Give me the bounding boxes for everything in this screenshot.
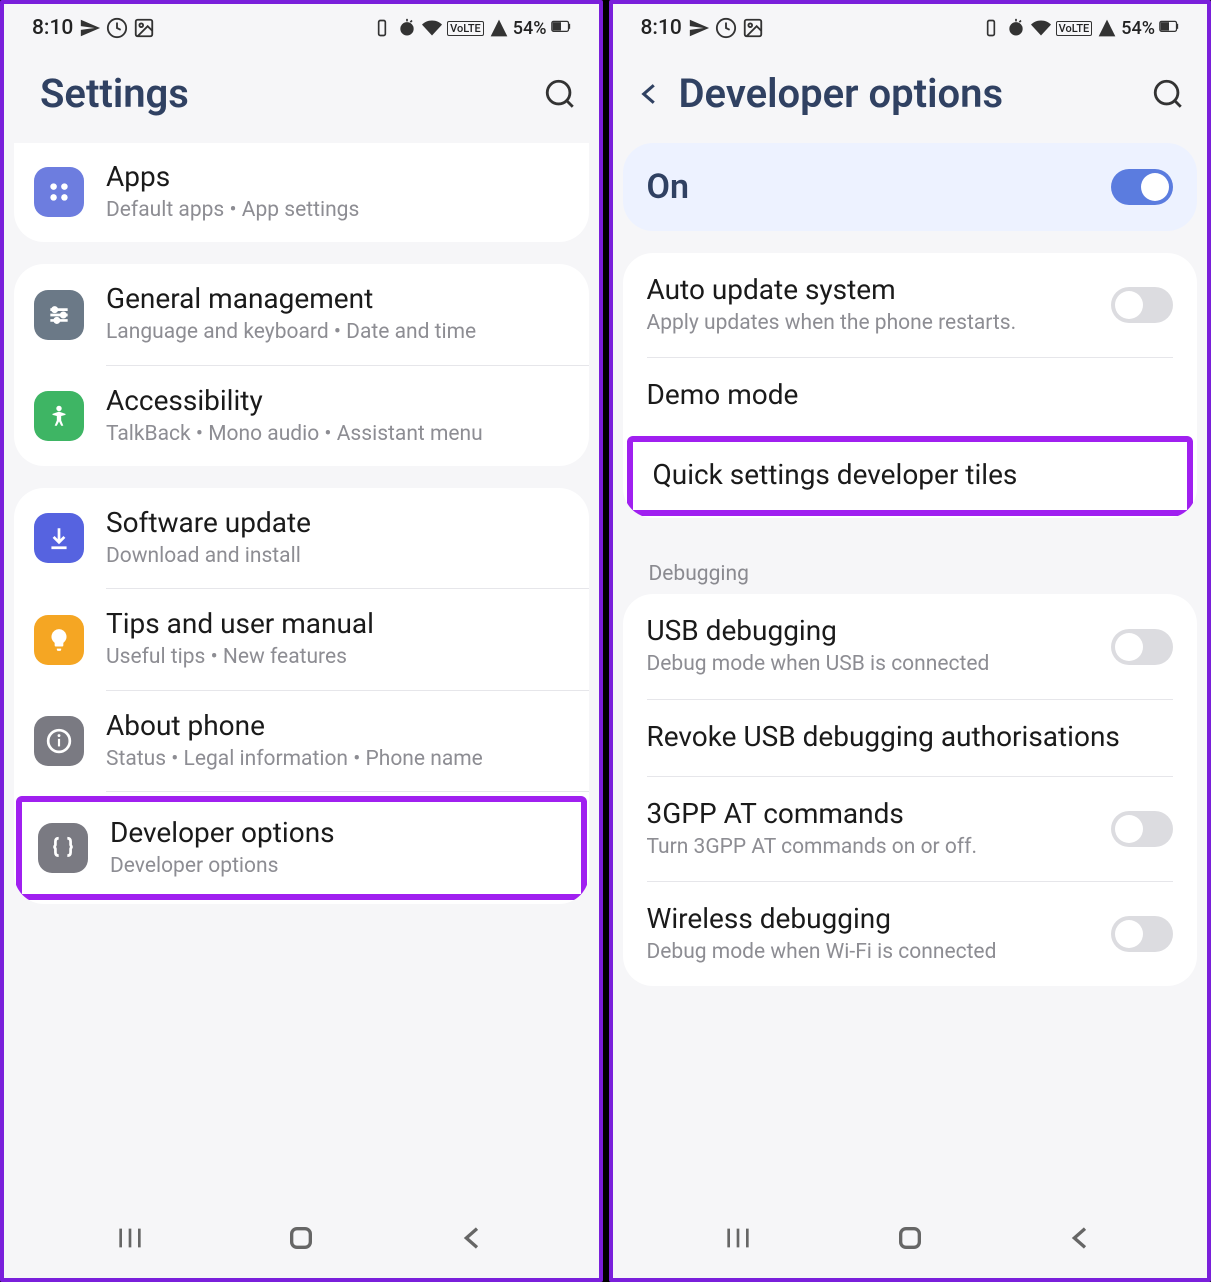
setting-sub: Turn 3GPP AT commands on or off. — [647, 833, 1090, 861]
setting-title: Developer options — [110, 816, 565, 849]
setting-auto-update[interactable]: Auto update system Apply updates when th… — [623, 253, 1198, 357]
nav-home-icon[interactable] — [285, 1222, 317, 1254]
setting-revoke-usb[interactable]: Revoke USB debugging authorisations — [623, 700, 1198, 776]
search-icon[interactable] — [543, 77, 577, 111]
page-title: Settings — [40, 70, 543, 117]
setting-tips[interactable]: Tips and user manual Useful tips • New f… — [14, 589, 589, 689]
battery-icon — [551, 18, 571, 38]
setting-title: USB debugging — [647, 614, 1090, 647]
setting-title: Wireless debugging — [647, 902, 1090, 935]
status-time: 8:10 — [32, 16, 73, 40]
setting-quick-tiles[interactable]: Quick settings developer tiles — [633, 442, 1188, 510]
phone-settings: 8:10 VoLTE 54% Settings — [0, 0, 603, 1282]
highlight-quick-tiles: Quick settings developer tiles — [627, 436, 1194, 516]
back-icon[interactable] — [635, 79, 665, 109]
highlight-developer-options: Developer options Developer options — [16, 796, 587, 900]
main-toggle-label: On — [647, 167, 1112, 207]
status-right-icons: VoLTE — [981, 18, 1118, 38]
setting-apps[interactable]: Apps Default apps • App settings — [14, 143, 589, 242]
settings-sliders-icon — [34, 290, 84, 340]
dev-main-toggle-row[interactable]: On — [623, 143, 1198, 231]
setting-software-update[interactable]: Software update Download and install — [14, 488, 589, 588]
setting-title: About phone — [106, 709, 569, 742]
phone-developer-options: 8:10 VoLTE 54% Developer options O — [609, 0, 1211, 1282]
download-icon — [34, 513, 84, 563]
settings-card-apps: Apps Default apps • App settings — [14, 143, 589, 242]
dev-card-debugging: USB debugging Debug mode when USB is con… — [623, 594, 1198, 986]
status-left-icons — [688, 17, 764, 39]
lightbulb-icon — [34, 615, 84, 665]
setting-sub: Download and install — [106, 542, 569, 570]
nav-recents-icon[interactable] — [114, 1222, 146, 1254]
dev-card-general: Auto update system Apply updates when th… — [623, 253, 1198, 518]
setting-usb-debugging[interactable]: USB debugging Debug mode when USB is con… — [623, 594, 1198, 698]
setting-sub: Apply updates when the phone restarts. — [647, 309, 1090, 337]
settings-header: Settings — [4, 46, 599, 143]
setting-sub: Useful tips • New features — [106, 643, 569, 671]
status-bar: 8:10 VoLTE 54% — [4, 4, 599, 46]
setting-demo-mode[interactable]: Demo mode — [623, 358, 1198, 434]
setting-sub: Debug mode when USB is connected — [647, 650, 1090, 678]
setting-title: 3GPP AT commands — [647, 797, 1090, 830]
auto-update-switch[interactable] — [1111, 287, 1173, 323]
status-time: 8:10 — [641, 16, 682, 40]
section-debugging: Debugging — [623, 540, 1198, 594]
setting-wireless-debugging[interactable]: Wireless debugging Debug mode when Wi-Fi… — [623, 882, 1198, 986]
settings-card-about: Software update Download and install Tip… — [14, 488, 589, 904]
setting-sub: Debug mode when Wi-Fi is connected — [647, 938, 1090, 966]
setting-title: Software update — [106, 506, 569, 539]
setting-developer-options[interactable]: Developer options Developer options — [22, 802, 581, 894]
setting-title: Apps — [106, 160, 569, 193]
wireless-switch[interactable] — [1111, 916, 1173, 952]
settings-content: Apps Default apps • App settings General… — [4, 143, 599, 1198]
page-title: Developer options — [679, 70, 1152, 117]
setting-title: Revoke USB debugging authorisations — [647, 720, 1174, 753]
status-battery-text: 54% — [513, 18, 547, 39]
main-toggle-switch[interactable] — [1111, 169, 1173, 205]
status-left-icons — [79, 17, 155, 39]
dev-header: Developer options — [613, 46, 1208, 143]
setting-title: Quick settings developer tiles — [653, 458, 1168, 491]
nav-recents-icon[interactable] — [722, 1222, 754, 1254]
status-battery-text: 54% — [1121, 18, 1155, 39]
setting-title: Tips and user manual — [106, 607, 569, 640]
status-bar: 8:10 VoLTE 54% — [613, 4, 1208, 46]
nav-bar — [4, 1198, 599, 1278]
setting-sub: Language and keyboard • Date and time — [106, 318, 569, 346]
nav-back-icon[interactable] — [1065, 1222, 1097, 1254]
dev-content: On Auto update system Apply updates when… — [613, 143, 1208, 1198]
setting-sub: Default apps • App settings — [106, 196, 569, 224]
code-braces-icon — [38, 823, 88, 873]
info-icon — [34, 716, 84, 766]
setting-sub: TalkBack • Mono audio • Assistant menu — [106, 420, 569, 448]
status-right-icons: VoLTE — [372, 18, 509, 38]
nav-bar — [613, 1198, 1208, 1278]
gpp-switch[interactable] — [1111, 811, 1173, 847]
setting-title: Auto update system — [647, 273, 1090, 306]
nav-back-icon[interactable] — [457, 1222, 489, 1254]
setting-3gpp[interactable]: 3GPP AT commands Turn 3GPP AT commands o… — [623, 777, 1198, 881]
setting-accessibility[interactable]: Accessibility TalkBack • Mono audio • As… — [14, 366, 589, 466]
setting-title: Demo mode — [647, 378, 1174, 411]
search-icon[interactable] — [1151, 77, 1185, 111]
settings-card-general: General management Language and keyboard… — [14, 264, 589, 466]
accessibility-icon — [34, 391, 84, 441]
setting-title: General management — [106, 282, 569, 315]
usb-debug-switch[interactable] — [1111, 629, 1173, 665]
setting-about-phone[interactable]: About phone Status • Legal information •… — [14, 691, 589, 791]
setting-sub: Status • Legal information • Phone name — [106, 745, 569, 773]
setting-title: Accessibility — [106, 384, 569, 417]
apps-icon — [34, 167, 84, 217]
setting-sub: Developer options — [110, 852, 565, 880]
setting-general-management[interactable]: General management Language and keyboard… — [14, 264, 589, 364]
nav-home-icon[interactable] — [894, 1222, 926, 1254]
battery-icon — [1159, 18, 1179, 38]
